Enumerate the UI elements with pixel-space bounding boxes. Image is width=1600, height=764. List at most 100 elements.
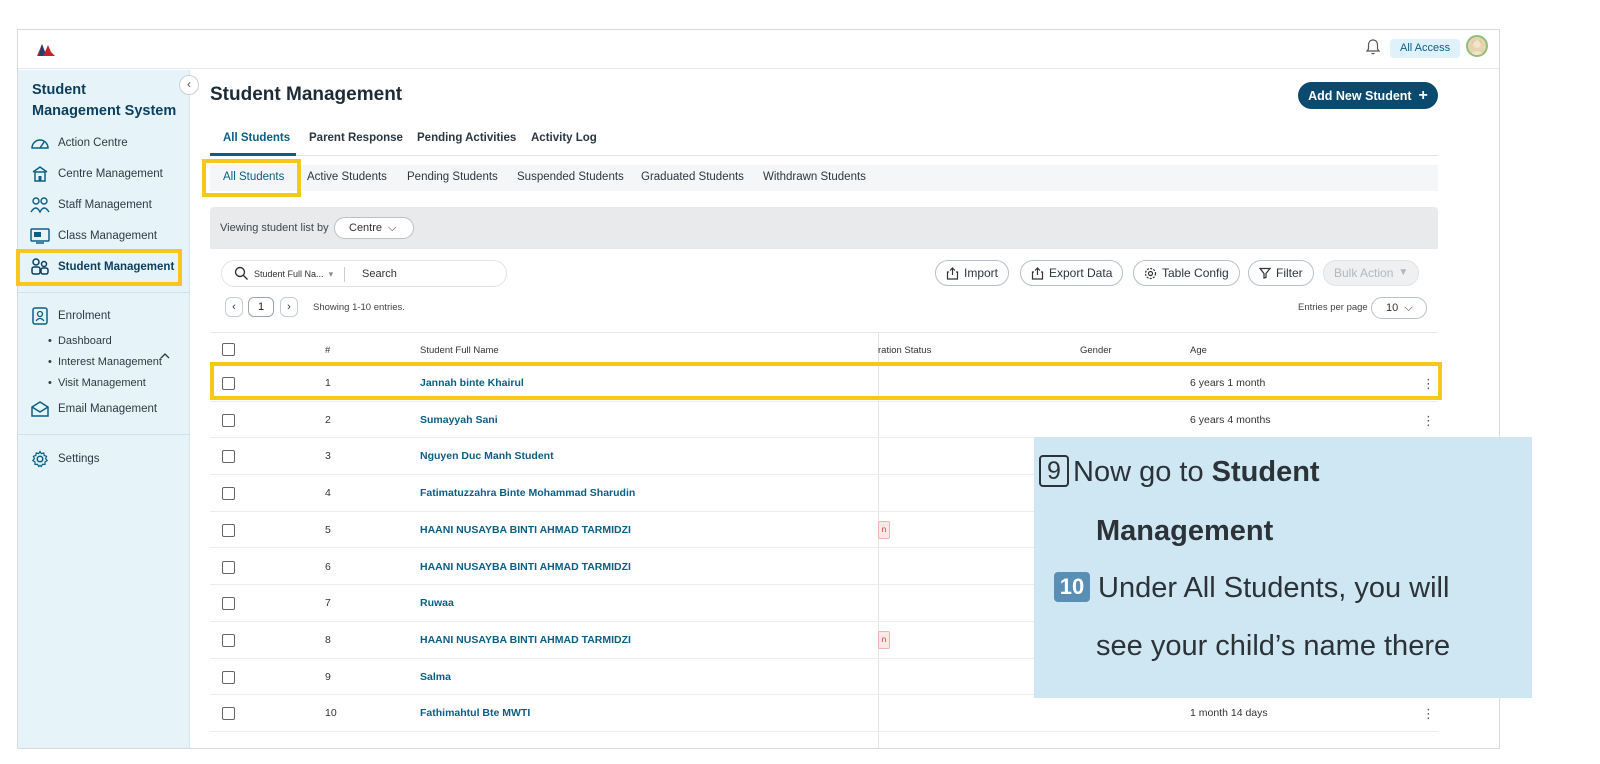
row-number: 1 [325,377,331,389]
sidebar-item-label: Email Management [58,403,158,415]
student-name-link[interactable]: HAANI NUSAYBA BINTI AHMAD TARMIDZI [420,561,631,573]
tab-pending-activities[interactable]: Pending Activities [417,132,516,144]
table-row[interactable]: 2 Sumayyah Sani 6 years 4 months ⋮ [210,402,1438,439]
search-field-select[interactable]: Student Full Na... ▾ [254,269,333,280]
header-age[interactable]: Age [1190,345,1207,356]
step-9-text: Now go to [1073,456,1204,488]
sidebar-item-enrolment[interactable]: Enrolment [30,303,110,329]
current-page[interactable]: 1 [248,297,274,317]
sidebar-subitem-visit-management[interactable]: • Visit Management [48,377,146,389]
header-registration-status[interactable]: ration Status [878,345,931,356]
search-icon [234,266,248,280]
subtab-active-students[interactable]: Active Students [307,171,387,183]
school-building-icon [30,164,50,184]
previous-page-button[interactable]: ‹ [225,297,243,317]
row-checkbox[interactable] [222,377,235,390]
row-more-icon[interactable]: ⋮ [1422,414,1435,427]
table-row[interactable]: 1 Jannah binte Khairul 6 years 1 month ⋮ [210,365,1438,402]
user-avatar[interactable] [1466,35,1488,57]
row-number: 6 [325,560,331,573]
sidebar-subitem-dashboard[interactable]: • Dashboard [48,335,112,347]
student-name-link[interactable]: Salma [420,671,451,683]
tab-parent-response[interactable]: Parent Response [309,132,403,144]
step-10-text-b: see your child’s name there [1096,630,1451,662]
bulk-action-button[interactable]: Bulk Action ▼ [1323,260,1420,286]
chevron-down-icon: ⌵ [388,222,397,234]
sidebar-item-student-management[interactable]: Student Management [30,254,174,280]
subtab-withdrawn-students[interactable]: Withdrawn Students [763,171,866,183]
status-tag: n [878,630,890,649]
sidebar-item-centre-management[interactable]: Centre Management [30,161,163,187]
row-checkbox[interactable] [222,523,235,537]
tab-activity-log[interactable]: Activity Log [531,132,597,144]
sidebar-item-label: Action Centre [58,137,128,149]
upload-icon [946,266,959,280]
row-more-icon[interactable]: ⋮ [1422,377,1435,390]
row-checkbox[interactable] [222,707,235,721]
student-name-link[interactable]: Nguyen Duc Manh Student [420,450,554,462]
app-logo[interactable] [36,40,56,58]
row-checkbox[interactable] [222,670,235,684]
filter-button[interactable]: Filter [1248,260,1314,286]
select-all-checkbox[interactable] [222,343,235,356]
sidebar-item-label: Settings [58,453,100,465]
sidebar-item-staff-management[interactable]: Staff Management [30,192,152,218]
row-number: 9 [325,670,331,683]
collapse-sidebar-button[interactable]: ‹ [179,75,199,95]
access-level-badge[interactable]: All Access [1390,39,1461,58]
enrolment-icon [30,306,50,326]
row-checkbox[interactable] [222,597,235,611]
step-10-line-2: see your child’s name there [1096,630,1450,663]
student-age: 6 years 1 month [1190,377,1266,389]
row-checkbox[interactable] [222,560,235,574]
student-name-link[interactable]: Jannah binte Khairul [420,377,524,389]
subtab-all-students[interactable]: All Students [223,171,284,183]
sidebar-subitem-interest-management[interactable]: • Interest Management [48,356,162,368]
instruction-callout: 9 Now go to Student Management 10 Under Al… [1034,437,1532,698]
bell-icon[interactable] [1365,38,1381,56]
row-checkbox[interactable] [222,487,235,501]
student-name-link[interactable]: HAANI NUSAYBA BINTI AHMAD TARMIDZI [420,634,631,646]
sidebar-item-class-management[interactable]: Class Management [30,223,157,249]
subtab-pending-students[interactable]: Pending Students [407,171,498,183]
student-age: 1 month 14 days [1190,707,1268,720]
row-checkbox[interactable] [222,413,235,427]
step-9-line: 9 Now go to Student [1039,455,1320,489]
student-name-link[interactable]: HAANI NUSAYBA BINTI AHMAD TARMIDZI [420,524,631,536]
sidebar-item-label: Enrolment [58,310,111,322]
import-label: Import [964,266,999,280]
class-board-icon [30,226,50,246]
export-data-button[interactable]: Export Data [1020,260,1124,286]
sidebar-item-settings[interactable]: Settings [30,446,100,472]
table-row[interactable]: 10 Fathimahtul Bte MWTI 1 month 14 days … [210,695,1438,732]
header-gender[interactable]: Gender [1080,345,1112,356]
add-new-student-button[interactable]: Add New Student + [1298,82,1438,109]
student-name-link[interactable]: Ruwaa [420,597,454,609]
filter-icon [1259,267,1271,279]
row-number: 10 [325,707,337,720]
search-input[interactable] [362,265,502,283]
student-name-link[interactable]: Sumayyah Sani [420,414,498,426]
next-page-button[interactable]: › [280,297,298,317]
sidebar-item-action-centre[interactable]: Action Centre [30,130,128,156]
viewing-by-dropdown[interactable]: Centre ⌵ [334,217,414,239]
row-checkbox[interactable] [222,633,235,647]
sidebar-subitem-label: Dashboard [57,335,112,347]
row-checkbox[interactable] [222,450,235,464]
student-name-link[interactable]: Fathimahtul Bte MWTI [420,707,530,719]
sidebar-item-email-management[interactable]: Email Management [30,396,157,422]
import-button[interactable]: Import [935,260,1010,286]
entries-per-page-dropdown[interactable]: 10 ⌵ [1371,297,1427,319]
student-name-link[interactable]: Fatimatuzzahra Binte Mohammad Sharudin [420,487,635,499]
subtab-graduated-students[interactable]: Graduated Students [641,171,744,183]
header-student-full-name[interactable]: Student Full Name [420,345,499,356]
subtab-suspended-students[interactable]: Suspended Students [517,171,624,183]
staff-group-icon [30,195,50,215]
page-title: Student Management [210,84,403,105]
sidebar-item-label: Student Management [58,261,175,273]
table-config-button[interactable]: Table Config [1133,260,1240,286]
row-more-icon[interactable]: ⋮ [1422,707,1435,720]
main-tabs: All Students Parent Response Pending Act… [210,126,1438,156]
tab-all-students[interactable]: All Students [223,132,290,144]
settings-icon [1144,267,1157,279]
